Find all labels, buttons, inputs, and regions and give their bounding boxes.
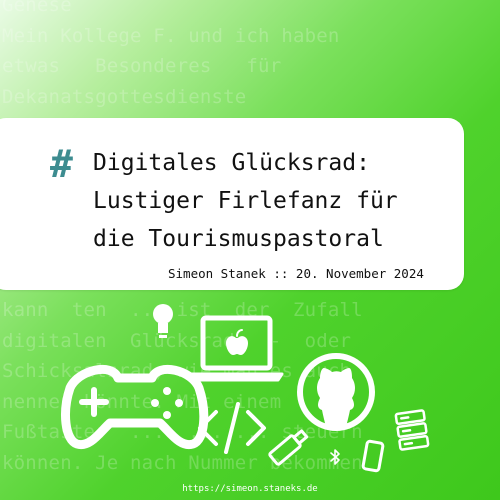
github-icon [297, 353, 375, 431]
tech-icons [61, 304, 430, 473]
phone-icon [361, 439, 385, 473]
lightbulb-icon [153, 304, 173, 338]
apple-logo-icon [226, 329, 248, 355]
site-url: https://simeon.staneks.de [182, 484, 318, 494]
gamepad-icon [61, 364, 209, 450]
code-icon [198, 402, 266, 454]
server-icon [394, 409, 430, 451]
bluetooth-icon [330, 449, 340, 465]
usb-stick-icon [268, 429, 309, 466]
